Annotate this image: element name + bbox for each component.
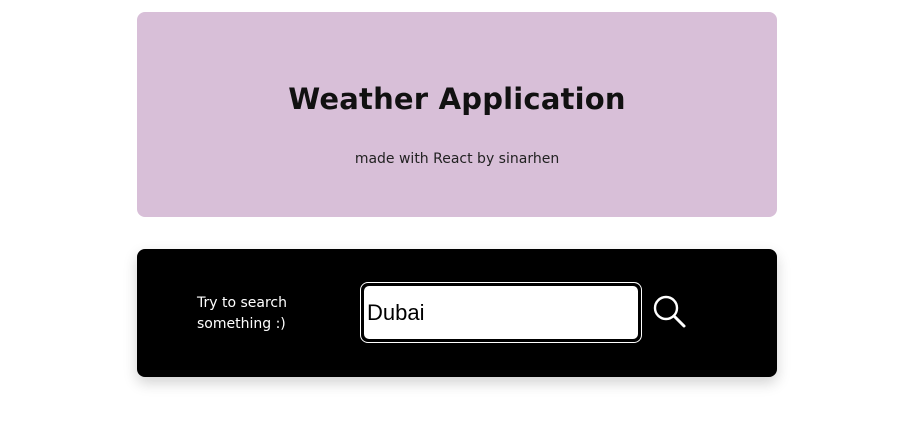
search-button[interactable] [652,294,688,330]
search-panel: Try to search something :) [137,249,777,377]
search-hint: Try to search something :) [197,295,287,332]
search-input-frame [360,282,642,343]
search-icon [653,295,686,328]
app-subtitle: made with React by sinarhen [354,151,560,167]
search-input[interactable] [363,285,639,340]
app-title: Weather Application [288,82,626,116]
header-card: Weather Application made with React by s… [137,12,777,217]
